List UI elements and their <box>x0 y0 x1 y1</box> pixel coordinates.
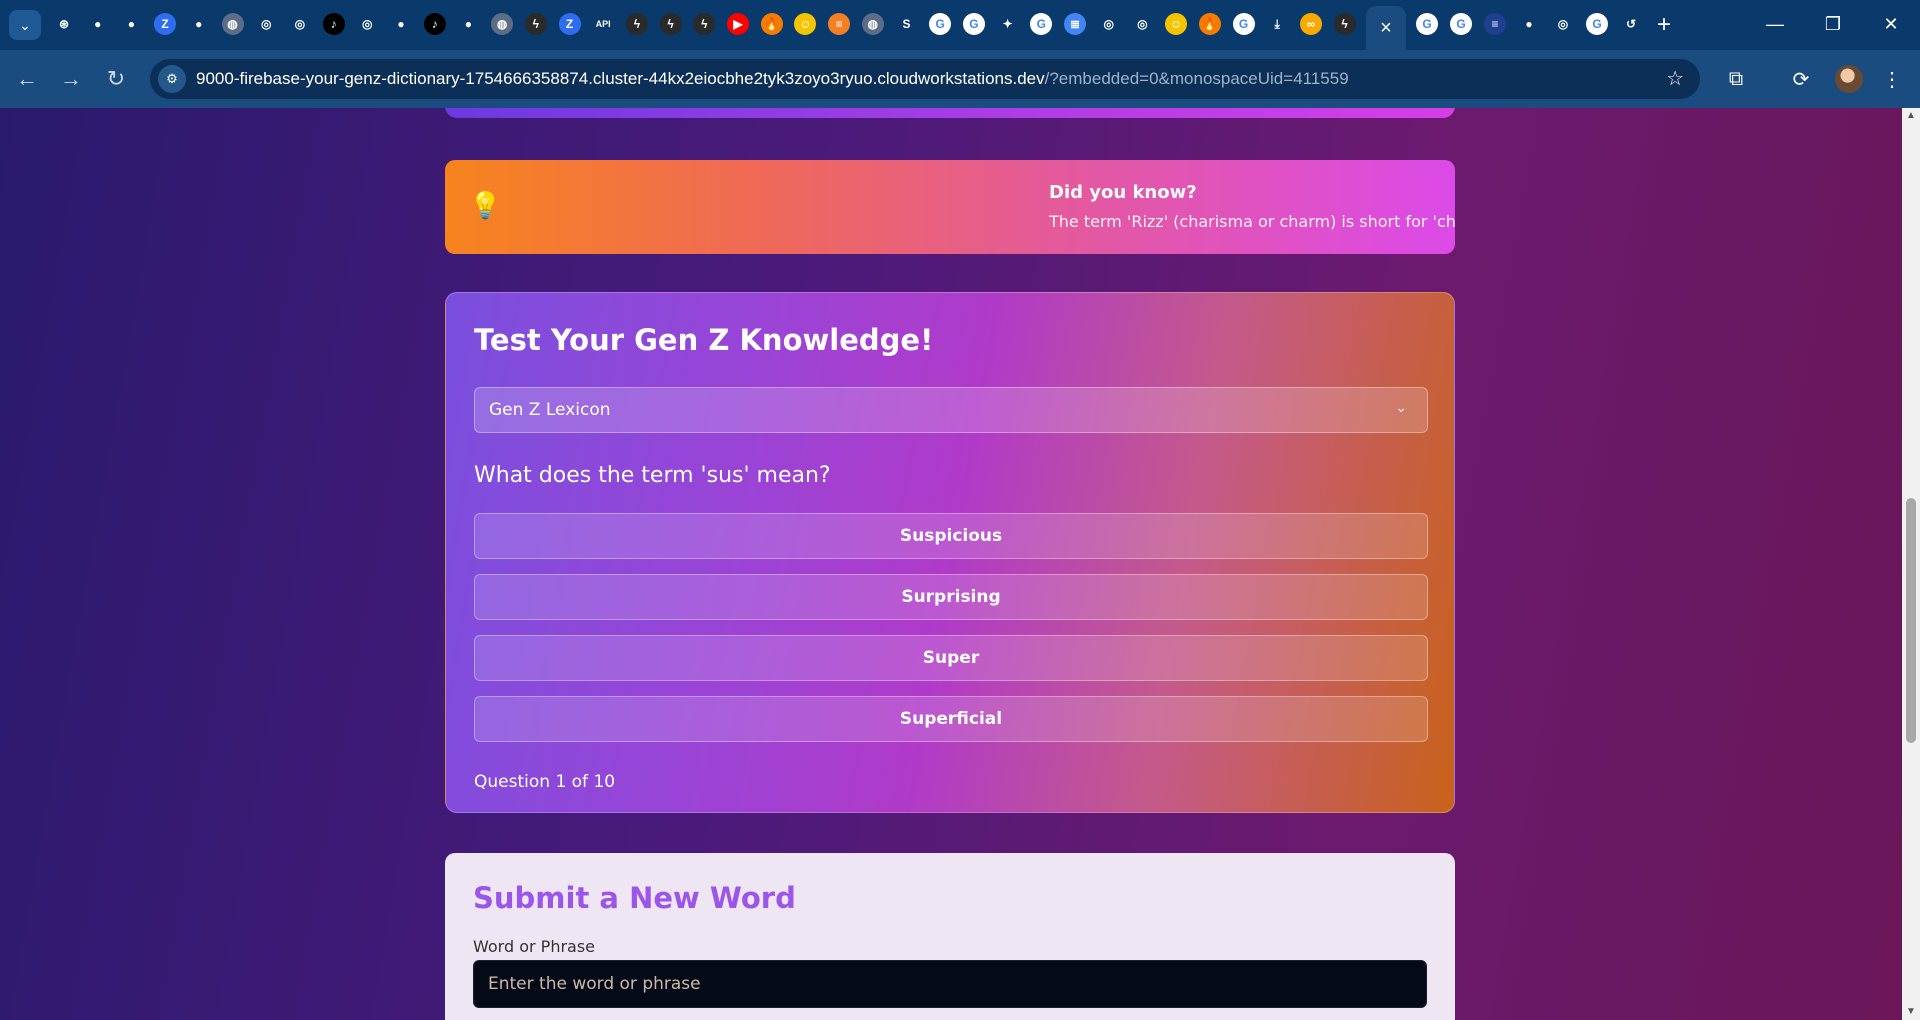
quiz-progress: Question 1 of 10 <box>474 772 616 792</box>
google-icon[interactable]: G <box>1030 13 1053 35</box>
google-icon[interactable]: G <box>1416 13 1438 35</box>
ibm-icon[interactable]: ≡ <box>1484 13 1506 35</box>
gemini-icon[interactable]: ✦ <box>996 13 1019 35</box>
submit-title: Submit a New Word <box>473 881 796 915</box>
quiz-option-button[interactable]: Suspicious <box>474 513 1428 559</box>
chrome-icon[interactable]: ◎ <box>255 13 278 35</box>
quiz-option-button[interactable]: Surprising <box>474 574 1428 620</box>
lightbulb-icon: 💡 <box>469 190 502 220</box>
new-tab-button[interactable]: + <box>1650 11 1678 39</box>
close-window-button[interactable]: ✕ <box>1868 8 1914 40</box>
minimize-button[interactable]: — <box>1752 8 1798 40</box>
z-icon[interactable]: Z <box>154 13 177 35</box>
address-bar[interactable]: ⚙ 9000-firebase-your-genz-dictionary-175… <box>150 59 1700 99</box>
google-icon[interactable]: G <box>962 13 985 35</box>
bolt-icon[interactable]: ϟ <box>1333 13 1356 35</box>
quiz-category-select[interactable]: Gen Z Lexicon ⌄ <box>474 387 1428 433</box>
url-path: /?embedded=0&monospaceUid=411559 <box>1044 69 1349 88</box>
menu-icon[interactable]: ⋮ <box>1878 65 1906 93</box>
history-icon[interactable]: ↺ <box>1620 13 1642 35</box>
chrome-icon[interactable]: ◎ <box>1552 13 1574 35</box>
chrome-icon[interactable]: ◎ <box>288 13 311 35</box>
performance-icon[interactable]: ⟳ <box>1787 65 1815 93</box>
did-you-know-content: Did you know? The term 'Rizz' (charisma … <box>1049 182 1455 231</box>
did-you-know-title: Did you know? <box>1049 182 1197 203</box>
chrome-icon[interactable]: ◎ <box>1131 13 1154 35</box>
extensions-icon[interactable]: ⧉ <box>1722 65 1750 93</box>
scroll-down-arrow-icon[interactable]: ▼ <box>1906 1006 1916 1017</box>
quiz-option-button[interactable]: Superficial <box>474 696 1428 742</box>
quiz-question: What does the term 'sus' mean? <box>474 463 831 488</box>
google-icon[interactable]: G <box>929 13 952 35</box>
bookmark-star-icon[interactable]: ☆ <box>1666 66 1684 91</box>
bolt-icon[interactable]: ϟ <box>659 13 682 35</box>
s-icon[interactable]: S <box>895 13 918 35</box>
api-icon[interactable]: API <box>592 13 615 35</box>
quiz-category-value: Gen Z Lexicon <box>489 400 611 420</box>
restore-button[interactable]: ❐ <box>1810 8 1856 40</box>
globe-icon[interactable]: ◍ <box>861 13 884 35</box>
fire-icon[interactable]: 🔥 <box>1198 13 1221 35</box>
tab-active-close[interactable]: × <box>1366 6 1406 50</box>
colab-icon[interactable]: ∞ <box>1299 13 1322 35</box>
bolt-icon[interactable]: ϟ <box>524 13 547 35</box>
stack-icon[interactable]: ≡ <box>828 13 851 35</box>
back-button[interactable]: ← <box>11 63 43 95</box>
tab-strip: ⌄ ⊛ ● ● Z ● ◍ ◎ ◎ ♪ ◎ ● ♪ ● ◍ ϟ Z API ϟ ϟ ϟ ▶ 🔥 ☺ ≡ ◍ S G G ✦ G ≣ ◎ ◎ ☺ 🔥 G… <box>0 0 1920 50</box>
chatgpt-icon[interactable]: ⊛ <box>53 13 75 35</box>
bolt-icon[interactable]: ϟ <box>693 13 716 35</box>
google-icon[interactable]: G <box>1450 13 1472 35</box>
github-icon[interactable]: ● <box>187 13 210 35</box>
bolt-icon[interactable]: ϟ <box>625 13 648 35</box>
github-icon[interactable]: ● <box>390 13 412 35</box>
chevron-down-icon: ⌄ <box>19 16 31 33</box>
quiz-option-button[interactable]: Super <box>474 635 1428 681</box>
emoji-icon[interactable]: ☺ <box>794 13 817 35</box>
tiktok-icon[interactable]: ♪ <box>423 13 446 35</box>
site-info-icon[interactable]: ⚙ <box>158 65 186 93</box>
quiz-title: Test Your Gen Z Knowledge! <box>474 323 934 357</box>
youtube-icon[interactable]: ▶ <box>727 13 749 35</box>
github-icon[interactable]: ● <box>120 13 143 35</box>
chrome-icon[interactable]: ◎ <box>356 13 379 35</box>
scroll-up-arrow-icon[interactable]: ▲ <box>1906 110 1916 121</box>
github-icon[interactable]: ● <box>457 13 480 35</box>
did-you-know-fact: The term 'Rizz' (charisma or charm) is s… <box>1049 212 1455 231</box>
chrome-icon[interactable]: ◎ <box>1097 13 1120 35</box>
google-icon[interactable]: G <box>1586 13 1608 35</box>
google-icon[interactable]: G <box>1232 13 1255 35</box>
forward-button[interactable]: → <box>55 63 87 95</box>
chevron-down-icon: ⌄ <box>1395 400 1407 416</box>
z-icon[interactable]: Z <box>558 13 581 35</box>
scrollbar-thumb[interactable] <box>1906 498 1916 743</box>
download-icon[interactable]: ⤓ <box>1266 13 1289 35</box>
reload-button[interactable]: ↻ <box>100 63 132 95</box>
word-input[interactable] <box>473 960 1427 1008</box>
previous-card-edge <box>445 108 1455 118</box>
emoji-icon[interactable]: ☺ <box>1165 13 1188 35</box>
word-field-label: Word or Phrase <box>473 937 596 956</box>
docs-icon[interactable]: ≣ <box>1064 13 1086 35</box>
github-icon[interactable]: ● <box>86 13 109 35</box>
did-you-know-banner: 💡 Did you know? The term 'Rizz' (charism… <box>445 160 1455 254</box>
github-icon[interactable]: ● <box>1518 13 1540 35</box>
quiz-card: Test Your Gen Z Knowledge! Gen Z Lexicon… <box>445 292 1455 813</box>
globe-icon[interactable]: ◍ <box>491 13 514 35</box>
tab-search-button[interactable]: ⌄ <box>9 10 41 40</box>
submit-word-card: Submit a New Word Word or Phrase <box>445 853 1455 1020</box>
close-icon: × <box>1380 16 1392 39</box>
page-viewport: 💡 Did you know? The term 'Rizz' (charism… <box>0 108 1902 1020</box>
profile-avatar[interactable] <box>1835 65 1863 93</box>
tiktok-icon[interactable]: ♪ <box>322 13 345 35</box>
browser-toolbar: ← → ↻ ⚙ 9000-firebase-your-genz-dictiona… <box>0 50 1920 108</box>
fire-icon[interactable]: 🔥 <box>760 13 783 35</box>
page-scrollbar[interactable]: ▲ ▼ <box>1902 108 1920 1020</box>
url-host: 9000-firebase-your-genz-dictionary-17546… <box>196 69 1045 88</box>
globe-icon[interactable]: ◍ <box>221 13 244 35</box>
